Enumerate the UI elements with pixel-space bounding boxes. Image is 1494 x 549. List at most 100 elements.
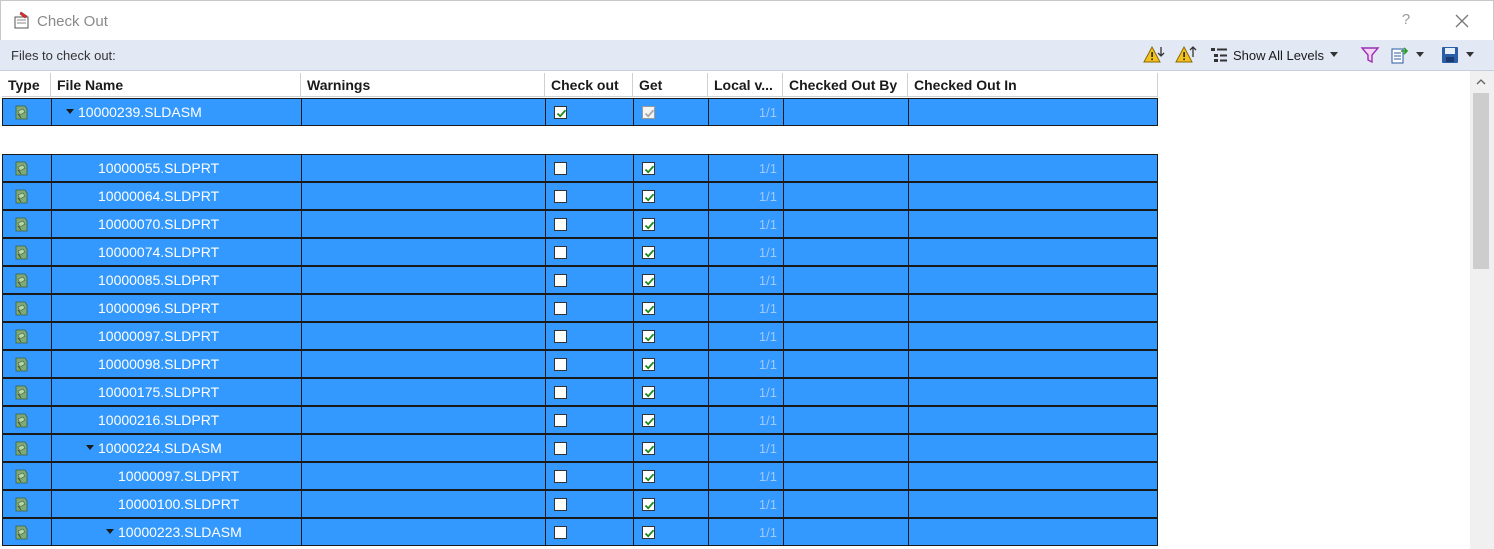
- type-cell: [2, 378, 51, 406]
- column-header-checked-out-in[interactable]: Checked Out In: [908, 73, 1158, 97]
- checked-out-by-cell: [783, 154, 908, 182]
- get-checkbox[interactable]: [642, 442, 655, 455]
- check-out-checkbox[interactable]: [554, 386, 567, 399]
- check-out-cell: [545, 266, 633, 294]
- file-name-cell[interactable]: 10000175.SLDPRT: [51, 378, 301, 406]
- get-checkbox[interactable]: [642, 414, 655, 427]
- get-cell: [633, 350, 708, 378]
- table-row[interactable]: 10000239.SLDASM 1/1: [2, 98, 1158, 126]
- check-out-checkbox[interactable]: [554, 414, 567, 427]
- check-out-checkbox[interactable]: [554, 470, 567, 483]
- table-row[interactable]: 10000055.SLDPRT 1/1: [2, 154, 1158, 182]
- help-button[interactable]: ?: [1397, 11, 1415, 31]
- table-row[interactable]: 10000098.SLDPRT 1/1: [2, 350, 1158, 378]
- column-header-local-version[interactable]: Local v...: [708, 73, 783, 97]
- collapse-toggle[interactable]: [104, 526, 116, 538]
- file-name-cell[interactable]: 10000216.SLDPRT: [51, 406, 301, 434]
- file-name-cell[interactable]: 10000055.SLDPRT: [51, 154, 301, 182]
- file-name-cell[interactable]: 10000224.SLDASM: [51, 434, 301, 462]
- check-out-checkbox[interactable]: [554, 302, 567, 315]
- export-dropdown[interactable]: [1390, 44, 1424, 66]
- get-checkbox[interactable]: [642, 358, 655, 371]
- table-row[interactable]: 10000216.SLDPRT 1/1: [2, 406, 1158, 434]
- column-header-type[interactable]: Type: [2, 73, 51, 97]
- collapse-toggle[interactable]: [84, 442, 96, 454]
- local-version-cell: 1/1: [708, 294, 783, 322]
- warning-down-button[interactable]: [1143, 44, 1165, 66]
- table-row[interactable]: 10000223.SLDASM 1/1: [2, 518, 1158, 546]
- file-name-cell[interactable]: 10000097.SLDPRT: [51, 322, 301, 350]
- file-name-cell[interactable]: 10000074.SLDPRT: [51, 238, 301, 266]
- table-row[interactable]: 10000074.SLDPRT 1/1: [2, 238, 1158, 266]
- filter-button[interactable]: [1360, 44, 1380, 66]
- get-checkbox[interactable]: [642, 526, 655, 539]
- file-name-cell[interactable]: 10000223.SLDASM: [51, 518, 301, 546]
- check-out-checkbox[interactable]: [554, 274, 567, 287]
- column-header-warnings[interactable]: Warnings: [301, 73, 545, 97]
- table-row[interactable]: 10000070.SLDPRT 1/1: [2, 210, 1158, 238]
- table-row[interactable]: 10000175.SLDPRT 1/1: [2, 378, 1158, 406]
- table-row[interactable]: 10000085.SLDPRT 1/1: [2, 266, 1158, 294]
- warning-up-button[interactable]: [1175, 44, 1197, 66]
- vertical-scrollbar[interactable]: [1470, 71, 1494, 549]
- check-out-checkbox[interactable]: [554, 218, 567, 231]
- check-out-cell: [545, 462, 633, 490]
- get-checkbox[interactable]: [642, 330, 655, 343]
- close-button[interactable]: [1451, 10, 1473, 32]
- get-checkbox[interactable]: [642, 190, 655, 203]
- file-name-cell[interactable]: 10000100.SLDPRT: [51, 490, 301, 518]
- file-name-cell[interactable]: 10000239.SLDASM: [51, 98, 301, 126]
- check-out-checkbox[interactable]: [554, 442, 567, 455]
- file-name-cell[interactable]: 10000097.SLDPRT: [51, 462, 301, 490]
- checked-out-by-cell: [783, 406, 908, 434]
- save-dropdown[interactable]: [1440, 44, 1474, 66]
- column-header-get[interactable]: Get: [633, 73, 708, 97]
- file-name-cell[interactable]: 10000085.SLDPRT: [51, 266, 301, 294]
- check-out-checkbox[interactable]: [554, 526, 567, 539]
- get-checkbox[interactable]: [642, 302, 655, 315]
- local-version-cell: 1/1: [708, 406, 783, 434]
- table-row[interactable]: 10000100.SLDPRT 1/1: [2, 490, 1158, 518]
- file-name: 10000097.SLDPRT: [118, 468, 240, 484]
- column-header-file-name[interactable]: File Name: [51, 73, 301, 97]
- check-out-checkbox[interactable]: [554, 358, 567, 371]
- checked-out-in-cell: [908, 350, 1158, 378]
- file-name-cell[interactable]: 10000064.SLDPRT: [51, 182, 301, 210]
- table-row[interactable]: 10000096.SLDPRT 1/1: [2, 294, 1158, 322]
- column-header-checked-out-by[interactable]: Checked Out By: [783, 73, 908, 97]
- table-row[interactable]: 10000097.SLDPRT 1/1: [2, 322, 1158, 350]
- get-checkbox[interactable]: [642, 246, 655, 259]
- local-version: 1/1: [758, 441, 777, 456]
- get-checkbox[interactable]: [642, 274, 655, 287]
- get-checkbox[interactable]: [642, 386, 655, 399]
- get-checkbox[interactable]: [642, 498, 655, 511]
- check-out-checkbox[interactable]: [554, 190, 567, 203]
- check-out-checkbox[interactable]: [554, 106, 567, 119]
- collapse-toggle[interactable]: [64, 106, 76, 118]
- column-header-check-out[interactable]: Check out: [545, 73, 633, 97]
- check-out-checkbox[interactable]: [554, 246, 567, 259]
- check-out-checkbox[interactable]: [554, 330, 567, 343]
- type-cell: [2, 238, 51, 266]
- file-name-cell[interactable]: 10000070.SLDPRT: [51, 210, 301, 238]
- save-icon: [1442, 47, 1458, 63]
- table-row[interactable]: 10000224.SLDASM 1/1: [2, 434, 1158, 462]
- get-checkbox[interactable]: [642, 470, 655, 483]
- assembly-file-icon: [12, 216, 30, 234]
- checked-out-by-cell: [783, 350, 908, 378]
- scrollbar-thumb[interactable]: [1473, 93, 1489, 269]
- show-all-levels-dropdown[interactable]: Show All Levels: [1210, 44, 1339, 66]
- check-out-checkbox[interactable]: [554, 162, 567, 175]
- get-checkbox[interactable]: [642, 162, 655, 175]
- table-row[interactable]: 10000064.SLDPRT 1/1: [2, 182, 1158, 210]
- table-row[interactable]: 10000097.SLDPRT 1/1: [2, 462, 1158, 490]
- get-checkbox[interactable]: [642, 218, 655, 231]
- get-cell: [633, 294, 708, 322]
- close-icon: [1455, 14, 1469, 28]
- check-out-checkbox[interactable]: [554, 498, 567, 511]
- checked-out-in-cell: [908, 182, 1158, 210]
- file-name-cell[interactable]: 10000096.SLDPRT: [51, 294, 301, 322]
- scroll-up-button[interactable]: [1475, 75, 1487, 87]
- warnings-cell: [301, 154, 545, 182]
- file-name-cell[interactable]: 10000098.SLDPRT: [51, 350, 301, 378]
